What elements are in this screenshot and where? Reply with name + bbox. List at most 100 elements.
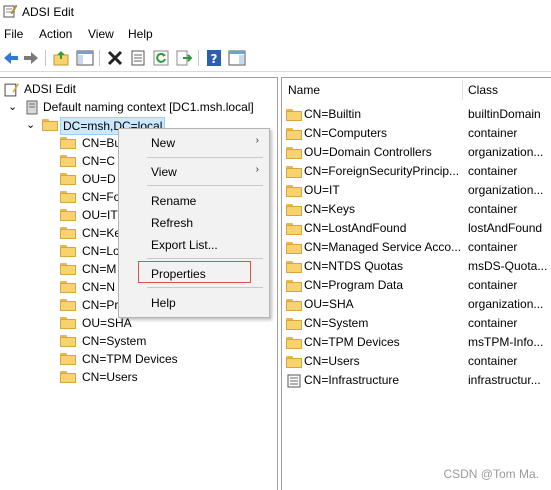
list-row-class: container — [468, 240, 518, 254]
properties-icon[interactable] — [129, 49, 147, 67]
list-row[interactable]: CN=Computers container — [286, 124, 548, 143]
folder-icon — [60, 209, 76, 221]
list-row-class: container — [468, 126, 518, 140]
tree-item-label: OU=D — [82, 172, 116, 186]
context-menu-properties[interactable]: Properties — [151, 265, 206, 283]
chevron-down-icon[interactable]: ⌄ — [26, 116, 35, 134]
folder-icon — [60, 317, 76, 329]
title-bar: ADSI Edit — [0, 0, 551, 24]
list-row-class: container — [468, 202, 518, 216]
list-row-name: OU=Domain Controllers — [304, 145, 432, 159]
folder-icon — [286, 109, 302, 121]
folder-icon — [60, 245, 76, 257]
help-icon[interactable]: ? — [205, 49, 223, 67]
list-row-class: msDS-Quota... — [468, 259, 548, 273]
folder-icon — [286, 318, 302, 330]
folder-icon — [286, 242, 302, 254]
list-row-name: CN=ForeignSecurityPrincip... — [304, 164, 460, 178]
back-icon[interactable] — [2, 49, 20, 67]
list-row[interactable]: CN=Users container — [286, 352, 548, 371]
tree-naming-context-label: Default naming context [DC1.msh.local] — [43, 100, 254, 114]
list-row-name: CN=Infrastructure — [304, 373, 400, 387]
tree-item-label: CN=Lo — [82, 244, 120, 258]
folder-icon — [60, 155, 76, 167]
list-row-name: CN=Users — [304, 354, 360, 368]
window-title: ADSI Edit — [22, 5, 75, 19]
context-menu-rename[interactable]: Rename — [151, 192, 196, 210]
context-menu-refresh[interactable]: Refresh — [151, 214, 193, 232]
show-hide-tree-icon[interactable] — [76, 49, 94, 67]
list-row[interactable]: CN=Keys container — [286, 200, 548, 219]
list-row-name: CN=LostAndFound — [304, 221, 407, 235]
list-row[interactable]: CN=Builtin builtinDomain — [286, 105, 548, 124]
list-row[interactable]: CN=ForeignSecurityPrincip... container — [286, 162, 548, 181]
show-hide-action-pane-icon[interactable] — [228, 49, 246, 67]
folder-icon — [286, 185, 302, 197]
menu-view[interactable]: View — [88, 27, 114, 41]
list-row-class: infrastructur... — [468, 373, 541, 387]
tree-item-label: OU=IT — [82, 208, 118, 222]
tree-item-label: CN=Pr — [82, 298, 119, 312]
folder-icon — [286, 337, 302, 349]
list-row[interactable]: CN=Managed Service Acco... container — [286, 238, 548, 257]
list-row[interactable]: OU=IT organization... — [286, 181, 548, 200]
tree-item-label: CN=N — [82, 280, 116, 294]
column-header-name[interactable]: Name — [288, 80, 320, 100]
list-row-class: builtinDomain — [468, 107, 541, 121]
list-row[interactable]: CN=System container — [286, 314, 548, 333]
list-row[interactable]: OU=SHA organization... — [286, 295, 548, 314]
list-row[interactable]: CN=TPM Devices msTPM-Info... — [286, 333, 548, 352]
list-row-name: CN=Keys — [304, 202, 356, 216]
menu-help[interactable]: Help — [128, 27, 153, 41]
folder-icon — [42, 119, 58, 131]
menu-action[interactable]: Action — [39, 27, 72, 41]
folder-icon — [60, 227, 76, 239]
list-row-name: OU=SHA — [304, 297, 354, 311]
menu-file[interactable]: File — [4, 27, 23, 41]
tree-root-label: ADSI Edit — [24, 82, 77, 96]
adsi-edit-icon — [4, 83, 19, 97]
server-icon — [26, 100, 38, 115]
tree-item-label: CN=Ke — [82, 226, 122, 240]
up-folder-icon[interactable] — [52, 49, 70, 67]
toolbar: ? — [0, 45, 551, 72]
chevron-down-icon[interactable]: ⌄ — [8, 98, 17, 116]
list-row-name: CN=Computers — [304, 126, 388, 140]
context-menu-export-list[interactable]: Export List... — [151, 236, 218, 254]
folder-icon — [286, 147, 302, 159]
list-row-name: CN=System — [304, 316, 369, 330]
list-row[interactable]: CN=Infrastructure infrastructur... — [286, 371, 548, 390]
list-row-name: OU=IT — [304, 183, 340, 197]
list-row-class: container — [468, 316, 518, 330]
list-row[interactable]: CN=LostAndFound lostAndFound — [286, 219, 548, 238]
export-icon[interactable] — [175, 49, 193, 67]
watermark: CSDN @Tom Ma. — [443, 467, 539, 481]
tree-item-label: CN=Bu — [82, 136, 122, 150]
folder-icon — [60, 137, 76, 149]
list-row[interactable]: CN=Program Data container — [286, 276, 548, 295]
tree-item-label: CN=C — [82, 154, 116, 168]
list-row-class: organization... — [468, 297, 544, 311]
context-menu-new[interactable]: New — [151, 134, 175, 152]
refresh-icon[interactable] — [152, 49, 170, 67]
tree-item-label: CN=Users — [82, 370, 138, 384]
folder-icon — [60, 371, 76, 383]
list-row-class: lostAndFound — [468, 221, 543, 235]
delete-icon[interactable] — [106, 49, 124, 67]
folder-icon — [286, 166, 302, 178]
context-menu-help[interactable]: Help — [151, 294, 176, 312]
context-menu-view[interactable]: View — [151, 163, 177, 181]
folder-icon — [286, 223, 302, 235]
menu-bar: File Action View Help — [0, 24, 551, 44]
folder-icon — [60, 335, 76, 347]
list-row[interactable]: CN=NTDS Quotas msDS-Quota... — [286, 257, 548, 276]
list-row[interactable]: OU=Domain Controllers organization... — [286, 143, 548, 162]
column-header-class[interactable]: Class — [468, 80, 498, 100]
infrastructure-object-icon — [287, 374, 301, 388]
forward-icon[interactable] — [22, 49, 40, 67]
list-row-class: container — [468, 278, 518, 292]
folder-icon — [60, 191, 76, 203]
folder-icon — [60, 281, 76, 293]
adsi-edit-app-icon — [3, 4, 17, 18]
tree-item-label: CN=TPM Devices — [82, 352, 178, 366]
